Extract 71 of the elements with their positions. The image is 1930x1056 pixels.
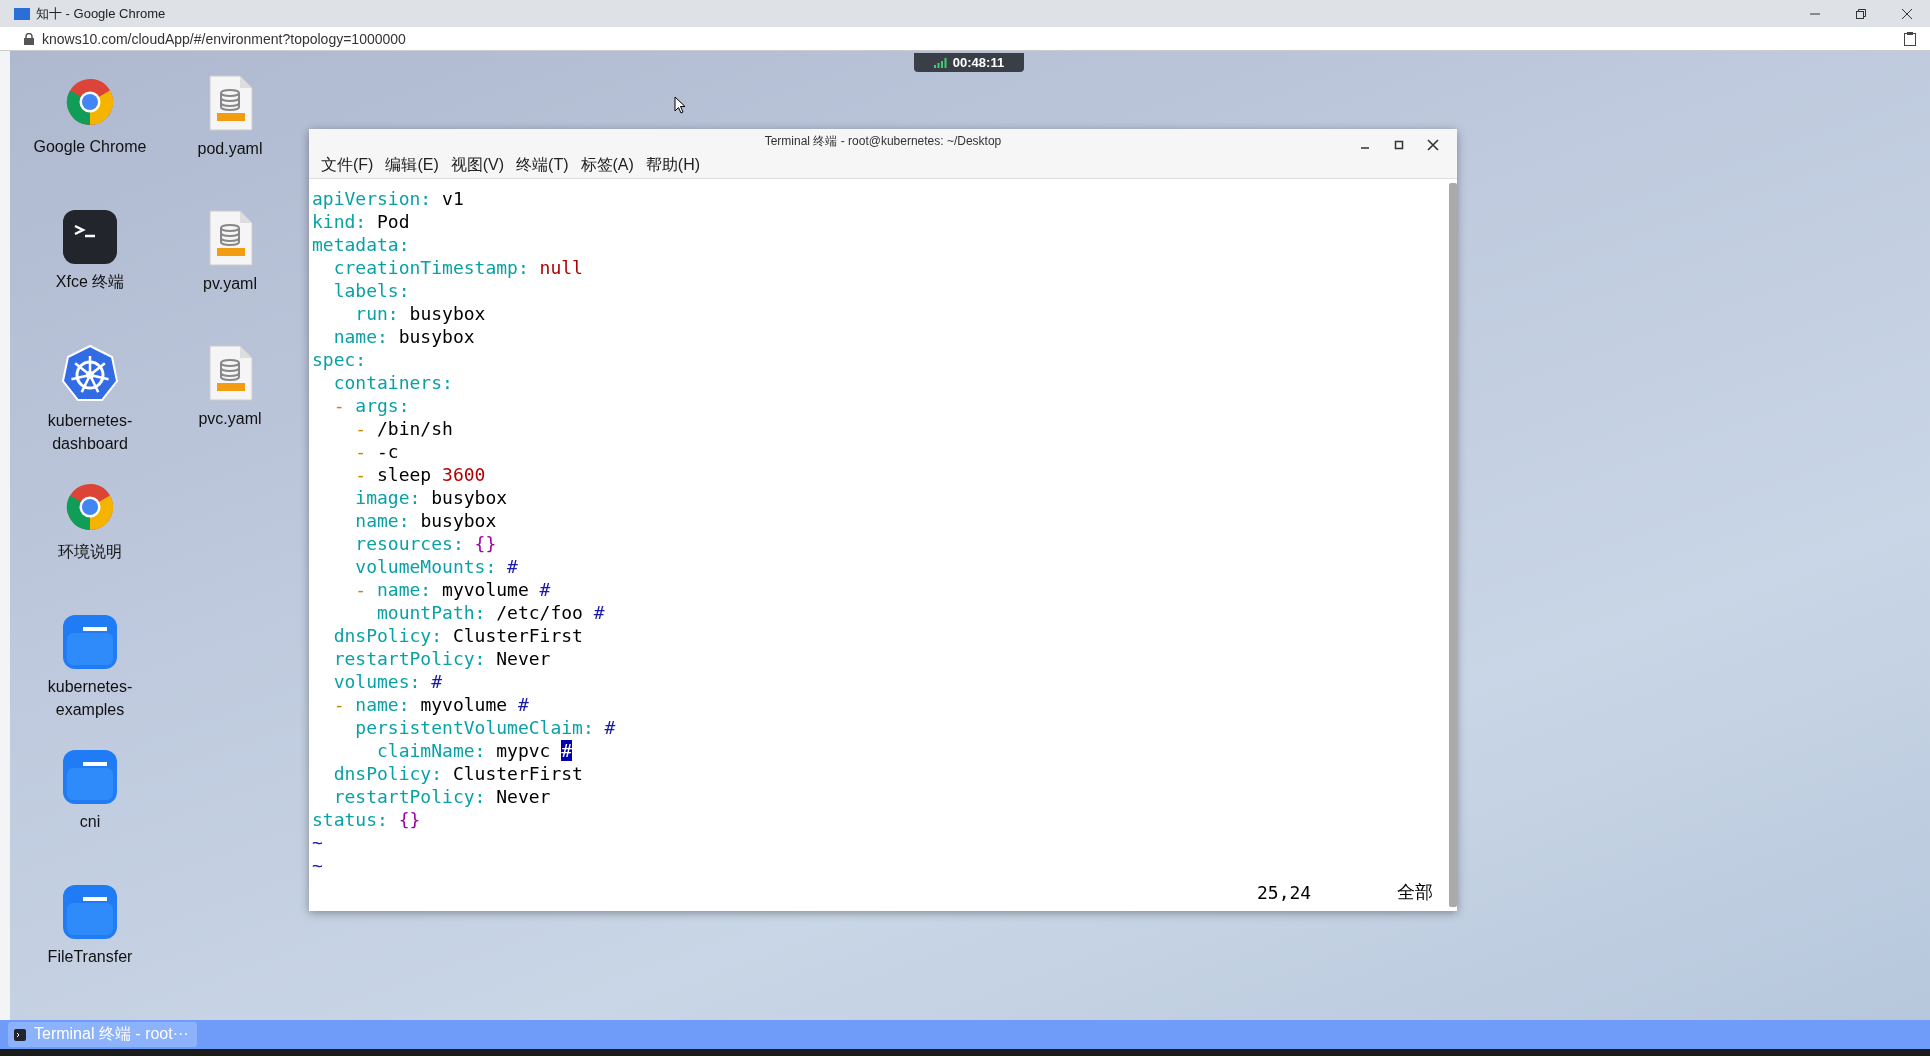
menu-item[interactable]: 文件(F) bbox=[317, 153, 378, 178]
code-line: kind: Pod bbox=[312, 210, 411, 233]
code-line: restartPolicy: Never bbox=[332, 785, 552, 808]
code-line: run: busybox bbox=[354, 302, 487, 325]
yaml-file-icon bbox=[207, 345, 253, 401]
desktop-icon-label[interactable]: pod.yaml bbox=[197, 137, 263, 160]
code-line: volumeMounts: # bbox=[354, 555, 519, 578]
code-line: ~ bbox=[312, 831, 324, 854]
menu-item[interactable]: 标签(A) bbox=[576, 153, 638, 178]
desktop-icon-label[interactable]: 环境说明 bbox=[58, 540, 122, 563]
code-line: dnsPolicy: ClusterFirst bbox=[332, 762, 584, 785]
session-timer: 00:48:11 bbox=[914, 53, 1024, 72]
folder-icon bbox=[63, 885, 117, 939]
url-text[interactable]: knows10.com/cloudApp/#/environment?topology=1000000 bbox=[42, 30, 1896, 47]
desktop-icon-label[interactable]: pvc.yaml bbox=[198, 407, 262, 430]
desktop-icon-label[interactable]: cni bbox=[79, 810, 101, 833]
desktop-icon-label[interactable]: kubernetes-dashboard bbox=[30, 409, 150, 455]
lock-icon bbox=[24, 32, 34, 45]
code-line: - /bin/sh bbox=[354, 417, 454, 440]
site-favicon-icon bbox=[14, 7, 30, 20]
desktop-icon-label[interactable]: Xfce 终端 bbox=[55, 270, 125, 293]
desktop-icon-label[interactable]: Google Chrome bbox=[33, 135, 147, 158]
code-line: - -c bbox=[354, 440, 400, 463]
desktop-icon-label[interactable]: kubernetes-examples bbox=[30, 675, 150, 721]
code-line: spec: bbox=[312, 348, 368, 371]
desktop-icon-label[interactable]: pv.yaml bbox=[203, 272, 257, 295]
code-line: claimName: mypvc # bbox=[376, 739, 574, 762]
clipboard-icon[interactable] bbox=[1904, 31, 1916, 46]
scrollbar-thumb[interactable] bbox=[1449, 183, 1457, 907]
close-icon[interactable] bbox=[1427, 139, 1439, 151]
menu-item[interactable]: 帮助(H) bbox=[641, 153, 705, 178]
code-line: dnsPolicy: ClusterFirst bbox=[332, 624, 584, 647]
close-icon[interactable] bbox=[1902, 8, 1912, 19]
code-line: image: busybox bbox=[354, 486, 509, 509]
code-line: name: busybox bbox=[332, 325, 476, 348]
code-line: - name: myvolume # bbox=[332, 693, 530, 716]
scroll-scope: 全部 bbox=[1397, 880, 1433, 904]
yaml-file-icon bbox=[207, 75, 253, 131]
menu-item[interactable]: 编辑(E) bbox=[381, 153, 443, 178]
terminal-icon bbox=[14, 1028, 26, 1041]
code-line: apiVersion: v1 bbox=[312, 187, 465, 210]
mouse-pointer-icon bbox=[674, 96, 686, 114]
code-line: labels: bbox=[332, 279, 411, 302]
folder-icon bbox=[63, 615, 117, 669]
code-line: - name: myvolume # bbox=[354, 578, 552, 601]
helm-wheel-icon bbox=[61, 345, 119, 403]
code-line: containers: bbox=[332, 371, 454, 394]
code-line: mountPath: /etc/foo # bbox=[376, 601, 606, 624]
code-line: persistentVolumeClaim: # bbox=[354, 716, 617, 739]
code-line: ~ bbox=[312, 854, 324, 877]
code-line: volumes: # bbox=[332, 670, 444, 693]
desktop-icon-label[interactable]: FileTransfer bbox=[47, 945, 133, 968]
folder-icon bbox=[63, 750, 117, 804]
browser-title: 知十 - Google Chrome bbox=[36, 4, 166, 23]
cursor-position: 25,24 bbox=[1257, 881, 1313, 903]
maximize-icon[interactable] bbox=[1394, 140, 1404, 150]
yaml-file-icon bbox=[207, 210, 253, 266]
code-line: restartPolicy: Never bbox=[332, 647, 552, 670]
menu-item[interactable]: 视图(V) bbox=[446, 153, 509, 178]
window-title: Terminal 终端 - root@kubernetes: ~/Desktop bbox=[764, 132, 1002, 150]
menu-item[interactable]: 终端(T) bbox=[512, 153, 573, 178]
code-line: creationTimestamp: null bbox=[332, 256, 584, 279]
code-line: - args: bbox=[332, 394, 411, 417]
code-line: status: {} bbox=[312, 808, 422, 831]
code-line: resources: {} bbox=[354, 532, 498, 555]
restore-icon[interactable] bbox=[1856, 8, 1866, 19]
code-line: - sleep 3600 bbox=[354, 463, 487, 486]
terminal-icon bbox=[63, 210, 117, 264]
code-line: metadata: bbox=[312, 233, 411, 256]
signal-icon bbox=[933, 57, 947, 68]
code-line: name: busybox bbox=[354, 509, 498, 532]
